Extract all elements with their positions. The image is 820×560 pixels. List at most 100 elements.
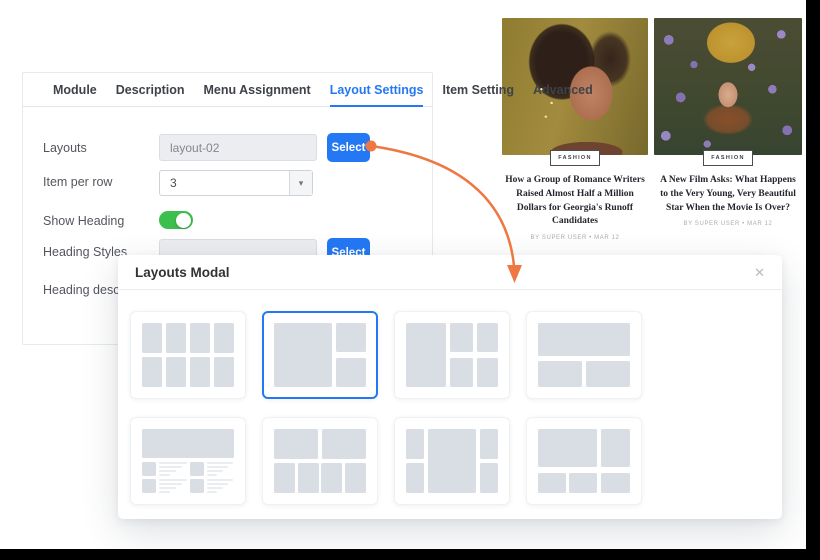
text-line-bar [207,483,228,485]
layout-cell [601,429,630,467]
article-card[interactable]: FASHION A New Film Asks: What Happens to… [654,18,802,241]
tab-advanced[interactable]: Advanced [533,73,593,106]
layout-cell [477,323,498,352]
layouts-input[interactable] [159,134,317,161]
modal-header: Layouts Modal ✕ [118,255,782,290]
category-badge-row: FASHION [502,146,648,166]
tab-description[interactable]: Description [116,73,185,106]
layout-cell [336,358,366,387]
layout-cell [142,479,156,493]
item-per-row-label: Item per row [43,175,112,189]
layout-text-lines [159,462,188,475]
layout-cell [274,429,318,459]
layout-text-lines [207,462,234,475]
chevron-down-icon: ▾ [289,171,312,195]
layout-thumbnail-canvas [538,429,630,493]
layout-cell [450,323,473,352]
layout-cell [166,323,186,353]
layout-thumbnail-3[interactable] [394,311,510,399]
modal-title: Layouts Modal [135,265,230,280]
layout-cell [321,463,342,493]
layout-thumbnail-4[interactable] [526,311,642,399]
article-image [654,18,802,155]
layout-cell [166,357,186,387]
layout-thumbnail-grid [118,290,782,505]
text-line-bar [159,462,186,463]
layout-cell [477,358,498,387]
layout-thumbnail-2[interactable] [262,311,378,399]
layout-cell [298,463,319,493]
show-heading-label: Show Heading [43,214,124,228]
layout-thumbnail-canvas [142,429,234,493]
text-line-bar [159,479,186,481]
layout-thumbnail-canvas [406,323,498,387]
article-title[interactable]: How a Group of Romance Writers Raised Al… [502,174,648,229]
text-line-bar [159,487,176,489]
category-badge-row: FASHION [654,146,802,166]
layout-cell [538,429,597,467]
article-card[interactable]: FASHION How a Group of Romance Writers R… [502,18,648,241]
text-line-bar [207,462,232,463]
layout-cell [190,479,204,493]
layout-cell [406,323,446,387]
layout-cell [480,429,498,459]
layout-cell [586,361,630,387]
layout-thumbnail-canvas [538,323,630,387]
text-line-bar [159,466,181,467]
layout-cell [480,463,498,493]
tab-layout-settings[interactable]: Layout Settings [330,73,424,106]
layout-thumbnail-canvas [142,323,234,387]
settings-tab-bar: Module Description Menu Assignment Layout S… [23,73,432,107]
text-line-bar [207,474,217,475]
layout-cell [538,473,566,493]
text-line-bar [159,491,170,493]
layout-thumbnail-7[interactable] [394,417,510,505]
layout-cell [274,463,295,493]
layouts-select-button[interactable]: Select [327,133,370,162]
article-byline: BY SUPER USER • MAR 12 [654,221,802,227]
layout-cell [406,429,424,459]
text-line-bar [159,474,170,475]
layout-thumbnail-1[interactable] [130,311,246,399]
layouts-label: Layouts [43,141,87,155]
layout-cell [142,323,162,353]
article-byline: BY SUPER USER • MAR 12 [502,235,648,241]
text-line-bar [207,479,232,481]
text-line-bar [159,470,176,471]
screen-edge-right [806,0,820,560]
layout-cell [406,463,424,493]
tab-module[interactable]: Module [53,73,97,106]
layout-thumbnail-8[interactable] [526,417,642,505]
article-title[interactable]: A New Film Asks: What Happens to the Ver… [654,174,802,215]
layout-cell [336,323,366,352]
layout-cell [190,462,204,475]
layout-cell [569,473,597,493]
layout-thumbnail-6[interactable] [262,417,378,505]
tab-item-setting[interactable]: Item Setting [442,73,514,106]
item-per-row-select[interactable]: 3 ▾ [159,170,313,196]
layout-cell [214,323,234,353]
tab-menu-assignment[interactable]: Menu Assignment [204,73,311,106]
item-per-row-value: 3 [160,176,289,190]
layout-cell [538,323,630,356]
category-badge[interactable]: FASHION [703,150,753,166]
layout-cell [214,357,234,387]
layout-cell [428,429,476,493]
layout-thumbnail-canvas [406,429,498,493]
show-heading-toggle[interactable] [159,211,193,229]
layout-text-lines [207,479,234,493]
text-line-bar [207,487,222,489]
layout-cell [142,429,234,458]
text-line-bar [207,491,217,493]
close-icon[interactable]: ✕ [754,266,765,279]
category-badge[interactable]: FASHION [550,150,600,166]
layout-cell [601,473,630,493]
layout-thumbnail-5[interactable] [130,417,246,505]
layouts-modal: Layouts Modal ✕ [118,255,782,519]
toggle-knob [176,213,191,228]
layout-cell [322,429,366,459]
layout-cell [190,357,210,387]
layout-text-lines [159,479,188,493]
layout-cell [274,323,332,387]
layout-cell [142,357,162,387]
